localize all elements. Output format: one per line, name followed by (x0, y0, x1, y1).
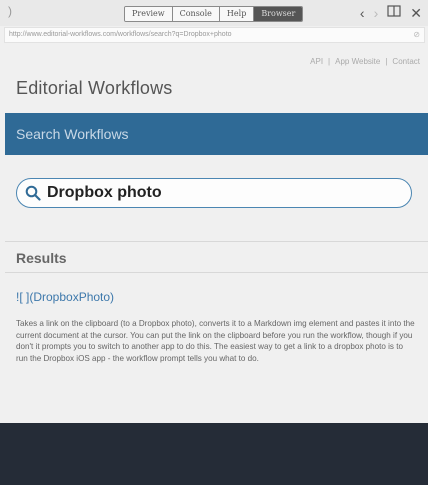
search-icon (25, 185, 41, 201)
bookmarks-icon[interactable] (387, 4, 401, 22)
url-text[interactable]: http://www.editorial-workflows.com/workf… (9, 31, 232, 38)
view-segmented-control: Preview Console Help Browser (124, 6, 304, 22)
nav-link-app-website[interactable]: App Website (335, 57, 380, 66)
back-icon[interactable]: ‹ (360, 4, 365, 22)
clear-url-icon[interactable]: ⊘ (413, 28, 420, 42)
close-icon[interactable]: ✕ (410, 4, 422, 22)
nav-link-contact[interactable]: Contact (392, 57, 420, 66)
book-icon (387, 5, 401, 17)
panel-toggle-icon[interactable]: ) (8, 4, 12, 18)
nav-icons: ‹ › ✕ (360, 4, 422, 22)
search-input[interactable] (47, 184, 387, 202)
browser-toolbar: ) Preview Console Help Browser ‹ › ✕ (0, 0, 428, 26)
top-navigation: API | App Website | Contact (310, 57, 420, 66)
forward-icon[interactable]: › (374, 4, 379, 22)
tab-help[interactable]: Help (219, 7, 255, 21)
result-description: Takes a link on the clipboard (to a Drop… (16, 319, 415, 363)
site-title[interactable]: Editorial Workflows (16, 78, 173, 99)
url-field[interactable]: http://www.editorial-workflows.com/workf… (4, 27, 425, 43)
page-footer (0, 423, 428, 485)
search-banner: Search Workflows (5, 113, 428, 155)
nav-separator: | (328, 57, 331, 66)
search-box[interactable] (16, 178, 412, 208)
tab-preview[interactable]: Preview (125, 7, 173, 21)
result-title-link[interactable]: ![ ](DropboxPhoto) (16, 290, 114, 304)
tab-console[interactable]: Console (172, 7, 220, 21)
nav-link-api[interactable]: API (310, 57, 323, 66)
search-banner-title: Search Workflows (16, 126, 129, 142)
results-heading: Results (16, 250, 67, 266)
tab-browser[interactable]: Browser (254, 7, 303, 21)
nav-separator: | (385, 57, 388, 66)
results-divider-bottom (5, 272, 428, 273)
results-divider-top (5, 241, 428, 242)
